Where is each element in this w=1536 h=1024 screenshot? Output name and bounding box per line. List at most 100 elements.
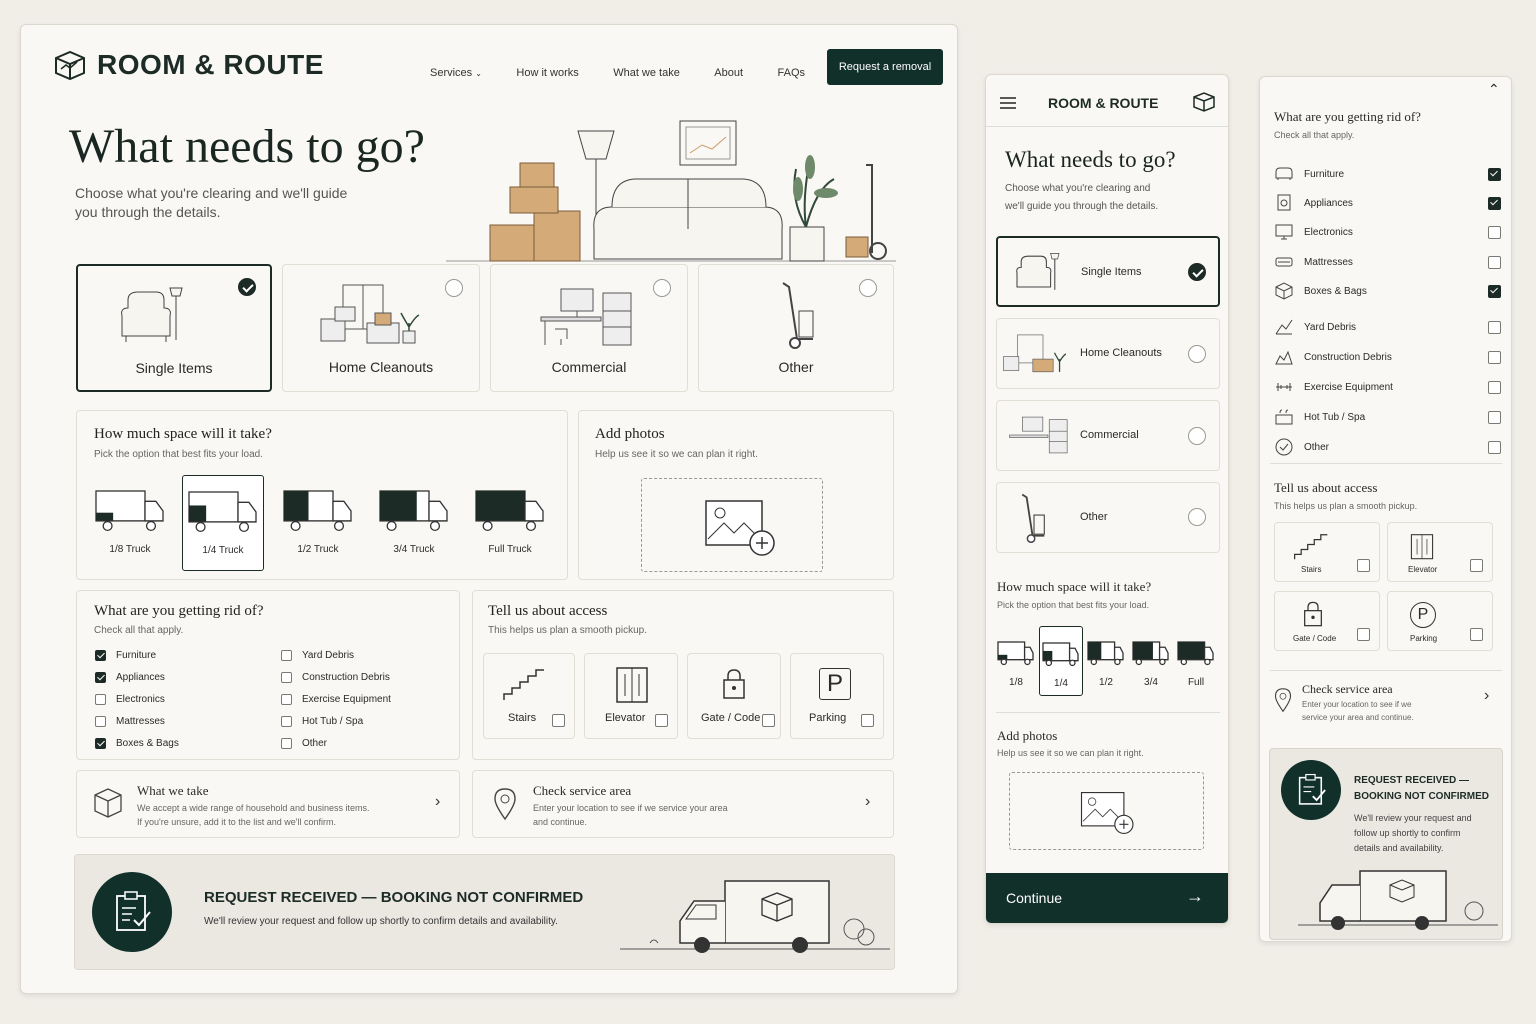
side-access-elevator[interactable]: Elevator: [1387, 522, 1493, 582]
hamburger-menu-icon[interactable]: [1000, 97, 1016, 109]
checkbox[interactable]: [281, 715, 292, 727]
checkbox[interactable]: [1488, 380, 1501, 394]
checkbox[interactable]: [95, 671, 106, 683]
checkbox[interactable]: [1488, 196, 1501, 210]
checkbox[interactable]: [281, 737, 292, 749]
side-rid-option[interactable]: Construction Debris: [1274, 345, 1501, 369]
side-rid-option[interactable]: Other: [1274, 435, 1501, 459]
single-items-radio[interactable]: [238, 278, 256, 296]
photo-upload-dropzone[interactable]: [641, 478, 823, 572]
elevator-icon: [1410, 534, 1434, 560]
mobile-truck-option[interactable]: 1/8: [994, 626, 1038, 696]
mobile-other-radio[interactable]: [1188, 508, 1206, 526]
parking-checkbox[interactable]: [861, 714, 874, 728]
rid-option[interactable]: Construction Debris: [281, 666, 391, 688]
access-parking[interactable]: P Parking: [790, 653, 884, 739]
side-rid-option[interactable]: Yard Debris: [1274, 315, 1501, 339]
side-stairs-checkbox[interactable]: [1357, 559, 1370, 573]
truck-option[interactable]: Full Truck: [469, 475, 551, 571]
side-service-area[interactable]: Check service area Enter your location t…: [1270, 677, 1502, 733]
mobile-brand-name[interactable]: ROOM & ROUTE: [1048, 95, 1158, 111]
other-radio[interactable]: [859, 279, 877, 297]
checkbox[interactable]: [1488, 167, 1501, 181]
side-access-parking[interactable]: P Parking: [1387, 591, 1493, 651]
checkbox[interactable]: [281, 649, 292, 661]
stairs-checkbox[interactable]: [552, 714, 565, 728]
rid-option[interactable]: Hot Tub / Spa: [281, 710, 391, 732]
gate-code-checkbox[interactable]: [762, 714, 775, 728]
type-card-commercial[interactable]: Commercial: [490, 264, 688, 392]
mobile-truck-option[interactable]: 1/2: [1084, 626, 1128, 696]
rid-option[interactable]: Other: [281, 732, 391, 754]
nav-how-it-works[interactable]: How it works: [516, 67, 578, 79]
checkbox[interactable]: [95, 737, 106, 749]
mobile-truck-option[interactable]: Full: [1174, 626, 1218, 696]
mobile-truck-option[interactable]: 3/4: [1129, 626, 1173, 696]
truck-option[interactable]: 3/4 Truck: [373, 475, 455, 571]
side-access-stairs[interactable]: Stairs: [1274, 522, 1380, 582]
checkbox[interactable]: [281, 671, 292, 683]
checkbox[interactable]: [1488, 320, 1501, 334]
nav-about[interactable]: About: [714, 67, 743, 79]
truck-option[interactable]: 1/2 Truck: [277, 475, 359, 571]
type-card-other[interactable]: Other: [698, 264, 894, 392]
truck-option[interactable]: 1/4 Truck: [182, 475, 264, 571]
checkbox[interactable]: [1488, 440, 1501, 454]
side-rid-option[interactable]: Hot Tub / Spa: [1274, 405, 1501, 429]
home-cleanouts-radio[interactable]: [445, 279, 463, 297]
checkbox[interactable]: [95, 715, 106, 727]
continue-button[interactable]: Continue →: [986, 873, 1228, 923]
side-rid-option[interactable]: Furniture: [1274, 162, 1501, 186]
nav-services[interactable]: Services ⌄: [430, 67, 482, 79]
side-elevator-checkbox[interactable]: [1470, 559, 1483, 573]
type-card-home-cleanouts[interactable]: Home Cleanouts: [282, 264, 480, 392]
checkbox[interactable]: [95, 693, 106, 705]
side-rid-option[interactable]: Boxes & Bags: [1274, 279, 1501, 303]
rid-option[interactable]: Mattresses: [95, 710, 179, 732]
mobile-type-single-items[interactable]: Single Items: [996, 236, 1220, 307]
access-gate-code[interactable]: Gate / Code: [687, 653, 781, 739]
elevator-checkbox[interactable]: [655, 714, 668, 728]
brand-logo[interactable]: ROOM & ROUTE: [53, 49, 324, 81]
what-we-take-card[interactable]: What we take We accept a wide range of h…: [76, 770, 460, 838]
nav-faqs[interactable]: FAQs: [778, 67, 806, 79]
side-rid-option[interactable]: Appliances: [1274, 191, 1501, 215]
side-parking-checkbox[interactable]: [1470, 628, 1483, 642]
side-gate-code-checkbox[interactable]: [1357, 628, 1370, 642]
checkbox[interactable]: [1488, 284, 1501, 298]
mobile-commercial-radio[interactable]: [1188, 427, 1206, 445]
checkbox[interactable]: [1488, 255, 1501, 269]
checkbox[interactable]: [1488, 225, 1501, 239]
checkbox[interactable]: [95, 649, 106, 661]
rid-option[interactable]: Yard Debris: [281, 644, 391, 666]
access-elevator[interactable]: Elevator: [584, 653, 678, 739]
mobile-subtitle-1: Choose what you're clearing and: [1005, 183, 1151, 194]
mobile-home-cleanouts-radio[interactable]: [1188, 345, 1206, 363]
mobile-type-commercial[interactable]: Commercial: [996, 400, 1220, 471]
side-rid-option[interactable]: Mattresses: [1274, 250, 1501, 274]
mobile-photo-dropzone[interactable]: [1009, 772, 1204, 850]
rid-option[interactable]: Electronics: [95, 688, 179, 710]
rid-option[interactable]: Boxes & Bags: [95, 732, 179, 754]
mobile-type-other[interactable]: Other: [996, 482, 1220, 553]
service-area-card[interactable]: Check service area Enter your location t…: [472, 770, 894, 838]
commercial-radio[interactable]: [653, 279, 671, 297]
chevron-up-icon[interactable]: ⌃: [1488, 81, 1500, 98]
request-removal-button[interactable]: Request a removal: [827, 49, 943, 85]
nav-what-we-take[interactable]: What we take: [613, 67, 680, 79]
checkbox[interactable]: [1488, 350, 1501, 364]
truck-option[interactable]: 1/8 Truck: [89, 475, 171, 571]
rid-option[interactable]: Furniture: [95, 644, 179, 666]
checkbox[interactable]: [281, 693, 292, 705]
side-access-gate-code[interactable]: Gate / Code: [1274, 591, 1380, 651]
rid-option[interactable]: Appliances: [95, 666, 179, 688]
side-rid-option[interactable]: Electronics: [1274, 220, 1501, 244]
rid-option[interactable]: Exercise Equipment: [281, 688, 391, 710]
mobile-truck-option[interactable]: 1/4: [1039, 626, 1083, 696]
checkbox[interactable]: [1488, 410, 1501, 424]
side-rid-option[interactable]: Exercise Equipment: [1274, 375, 1501, 399]
access-stairs[interactable]: Stairs: [483, 653, 575, 739]
mobile-single-items-radio[interactable]: [1188, 263, 1206, 281]
mobile-type-home-cleanouts[interactable]: Home Cleanouts: [996, 318, 1220, 389]
type-card-single-items[interactable]: Single Items: [76, 264, 272, 392]
